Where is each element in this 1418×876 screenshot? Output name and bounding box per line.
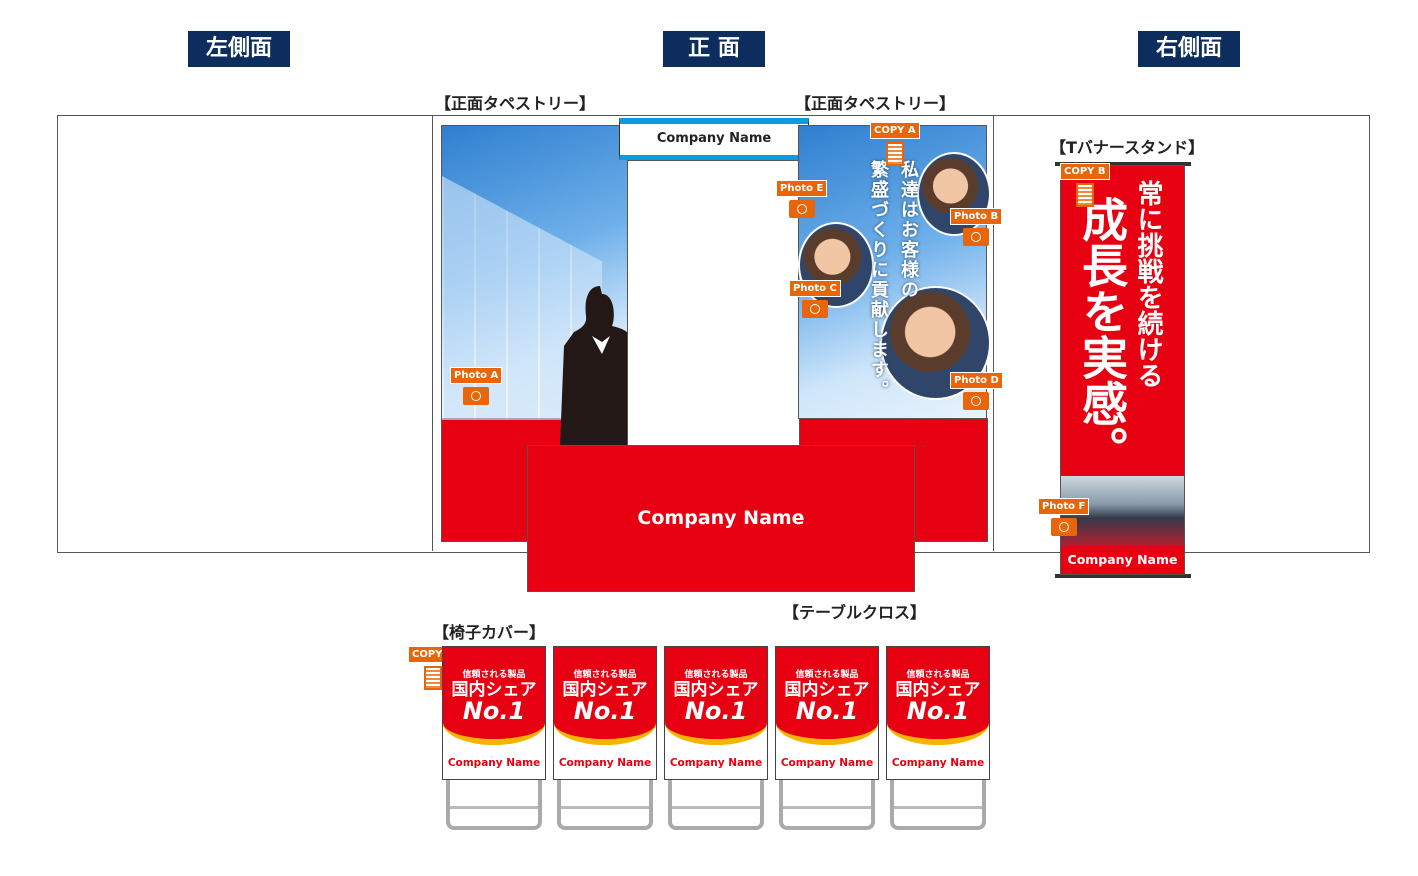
chair-cover-panel: 信頼される製品 国内シェア No.1 Company Name	[886, 646, 990, 780]
camera-icon	[1050, 518, 1077, 536]
photo-e-label: Photo E	[776, 180, 828, 197]
chair-cover-red-area: 信頼される製品 国内シェア No.1	[887, 647, 989, 745]
label-tapestry-left: 【正面タペストリー】	[435, 94, 596, 113]
table-cloth: Company Name	[527, 445, 915, 592]
tapestry-copy-line2: 繁盛づくりに貢献します。	[868, 160, 889, 400]
label-table-cloth: 【テーブルクロス】	[783, 603, 927, 622]
chair-company-name: Company Name	[558, 757, 652, 769]
chair-no1: No.1	[684, 697, 748, 725]
chair-small-copy: 信頼される製品	[462, 670, 526, 680]
label-tapestry-right: 【正面タペストリー】	[795, 94, 956, 113]
camera-icon	[963, 228, 990, 246]
chair-cover-red-area: 信頼される製品 国内シェア No.1	[776, 647, 878, 745]
chair-cover-panel: 信頼される製品 国内シェア No.1 Company Name	[553, 646, 657, 780]
chair-cover: 信頼される製品 国内シェア No.1 Company Name	[886, 646, 990, 830]
divider-right	[993, 115, 994, 551]
chair-small-copy: 信頼される製品	[795, 670, 859, 680]
chair-no1: No.1	[795, 697, 859, 725]
document-icon	[423, 666, 442, 690]
photo-c-label: Photo C	[789, 280, 841, 297]
photo-f-label: Photo F	[1038, 498, 1090, 515]
chair-cover-panel: 信頼される製品 国内シェア No.1 Company Name	[442, 646, 546, 780]
copy-b-tag: COPY B	[1060, 163, 1110, 207]
chair-legs	[668, 780, 764, 830]
label-chair-cover: 【椅子カバー】	[433, 623, 546, 642]
chair-small-copy: 信頼される製品	[906, 670, 970, 680]
chair-company-name: Company Name	[891, 757, 985, 769]
photo-b-tag: Photo B	[950, 208, 1003, 246]
chair-legs	[890, 780, 986, 830]
chair-cover: 信頼される製品 国内シェア No.1 Company Name	[664, 646, 768, 830]
chair-company-name: Company Name	[780, 757, 874, 769]
copy-b-label: COPY B	[1060, 163, 1110, 180]
header-right-side: 右側面	[1138, 31, 1240, 67]
camera-icon	[463, 387, 490, 405]
chair-cover-panel: 信頼される製品 国内シェア No.1 Company Name	[775, 646, 879, 780]
header-left-side: 左側面	[188, 31, 290, 67]
chair-cover: 信頼される製品 国内シェア No.1 Company Name	[553, 646, 657, 830]
photo-f-tag: Photo F	[1038, 498, 1090, 536]
header-front: 正 面	[663, 31, 765, 67]
tapestry-copy-line1: 私達はお客様の	[898, 160, 919, 300]
copy-a-label: COPY A	[870, 122, 920, 139]
chair-cover-red-area: 信頼される製品 国内シェア No.1	[554, 647, 656, 745]
chair-cover: 信頼される製品 国内シェア No.1 Company Name	[442, 646, 546, 830]
chair-company-name: Company Name	[669, 757, 763, 769]
chair-company-name: Company Name	[447, 757, 541, 769]
chair-cover: 信頼される製品 国内シェア No.1 Company Name	[775, 646, 879, 830]
chair-no1: No.1	[906, 697, 970, 725]
chair-small-copy: 信頼される製品	[684, 670, 748, 680]
camera-icon	[788, 200, 815, 218]
camera-icon	[801, 300, 828, 318]
photo-c-tag: Photo C	[789, 280, 841, 318]
document-icon	[885, 142, 904, 166]
banner-company-name: Company Name	[1067, 552, 1178, 567]
photo-a-tag: Photo A	[450, 367, 503, 405]
chair-cover-panel: 信頼される製品 国内シェア No.1 Company Name	[664, 646, 768, 780]
label-t-banner: 【Tバナースタンド】	[1050, 138, 1205, 157]
chair-small-copy: 信頼される製品	[573, 670, 637, 680]
chair-legs	[557, 780, 653, 830]
photo-a-label: Photo A	[450, 367, 503, 384]
photo-d-tag: Photo D	[950, 372, 1003, 410]
camera-icon	[963, 392, 990, 410]
chair-no1: No.1	[573, 697, 637, 725]
banner-copy-line1: 常に挑戦を続ける	[1133, 180, 1163, 388]
divider-left	[432, 115, 433, 551]
banner-copy-line2: 成長を実感。	[1075, 196, 1129, 472]
chair-cover-red-area: 信頼される製品 国内シェア No.1	[443, 647, 545, 745]
document-icon	[1075, 183, 1094, 207]
chair-legs	[446, 780, 542, 830]
photo-d-label: Photo D	[950, 372, 1003, 389]
booth-layout: 左側面 正 面 右側面 【正面タペストリー】 【正面タペストリー】 Photo …	[0, 0, 1418, 876]
center-panel	[627, 160, 800, 447]
photo-b-label: Photo B	[950, 208, 1003, 225]
chair-cover-red-area: 信頼される製品 国内シェア No.1	[665, 647, 767, 745]
header-sign: Company Name	[619, 118, 809, 160]
photo-e-tag: Photo E	[776, 180, 828, 218]
chair-legs	[779, 780, 875, 830]
copy-a-tag: COPY A	[870, 122, 920, 166]
chair-no1: No.1	[462, 697, 526, 725]
